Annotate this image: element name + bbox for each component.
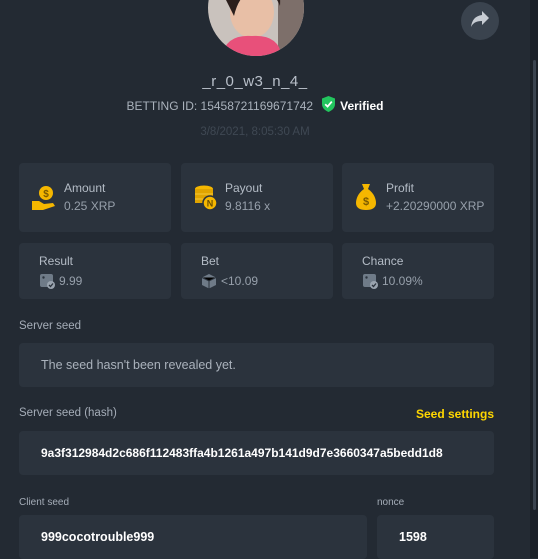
hand-coin-icon: $ [31, 185, 57, 216]
dice-icon [201, 273, 217, 294]
avatar [208, 0, 304, 56]
scrollbar[interactable] [530, 0, 538, 558]
verified-badge: Verified [321, 96, 383, 115]
share-icon [470, 10, 490, 33]
verified-label: Verified [340, 98, 384, 113]
share-button[interactable] [461, 2, 499, 40]
bet-date: 3/8/2021, 8:05:30 AM [200, 126, 310, 138]
payout-value: 9.8116 x [225, 199, 271, 213]
amount-label: Amount [64, 181, 106, 195]
chance-value: 10.09% [382, 274, 423, 288]
betting-id-row: BETTING ID: 15458721169671742 Verified [0, 96, 510, 115]
server-hash-field[interactable]: 9a3f312984d2c686f112483ffa4b1261a497b141… [19, 431, 494, 475]
nonce-field[interactable]: 1598 [377, 515, 494, 559]
result-label: Result [39, 254, 74, 268]
profit-card: $ Profit +2.20290000 XRP [342, 163, 494, 232]
coin-stack-icon: N [194, 184, 220, 217]
username: _r_0_w3_n_4_ [202, 73, 308, 90]
amount-value: 0.25 XRP [64, 199, 116, 213]
payout-label: Payout [225, 181, 263, 195]
result-value: 9.99 [59, 274, 83, 288]
result-card: Result 9.99 [19, 243, 171, 299]
bet-label: Bet [201, 254, 220, 268]
bet-value: <10.09 [221, 274, 259, 288]
bet-card: Bet <10.09 [181, 243, 333, 299]
payout-card: N Payout 9.8116 x [181, 163, 333, 232]
dice-check-icon [362, 273, 378, 294]
seed-settings-link[interactable]: Seed settings [416, 407, 494, 421]
svg-text:$: $ [43, 189, 49, 200]
svg-text:$: $ [363, 196, 369, 208]
svg-text:N: N [207, 199, 214, 209]
server-seed-label: Server seed [19, 320, 82, 332]
scrollbar-thumb[interactable] [533, 60, 536, 510]
shield-check-icon [321, 96, 336, 115]
profit-label: Profit [386, 181, 415, 195]
server-hash-label: Server seed (hash) [19, 407, 117, 419]
chance-label: Chance [362, 254, 404, 268]
profit-value: +2.20290000 XRP [386, 199, 485, 213]
money-bag-icon: $ [355, 183, 377, 216]
betting-id: BETTING ID: 15458721169671742 [126, 98, 314, 113]
dice-check-icon [39, 273, 55, 294]
server-seed-field: The seed hasn't been revealed yet. [19, 343, 494, 387]
chance-card: Chance 10.09% [342, 243, 494, 299]
nonce-label: nonce [377, 497, 405, 508]
client-seed-label: Client seed [19, 497, 70, 508]
client-seed-field[interactable]: 999cocotrouble999 [19, 515, 367, 559]
amount-card: $ Amount 0.25 XRP [19, 163, 171, 232]
